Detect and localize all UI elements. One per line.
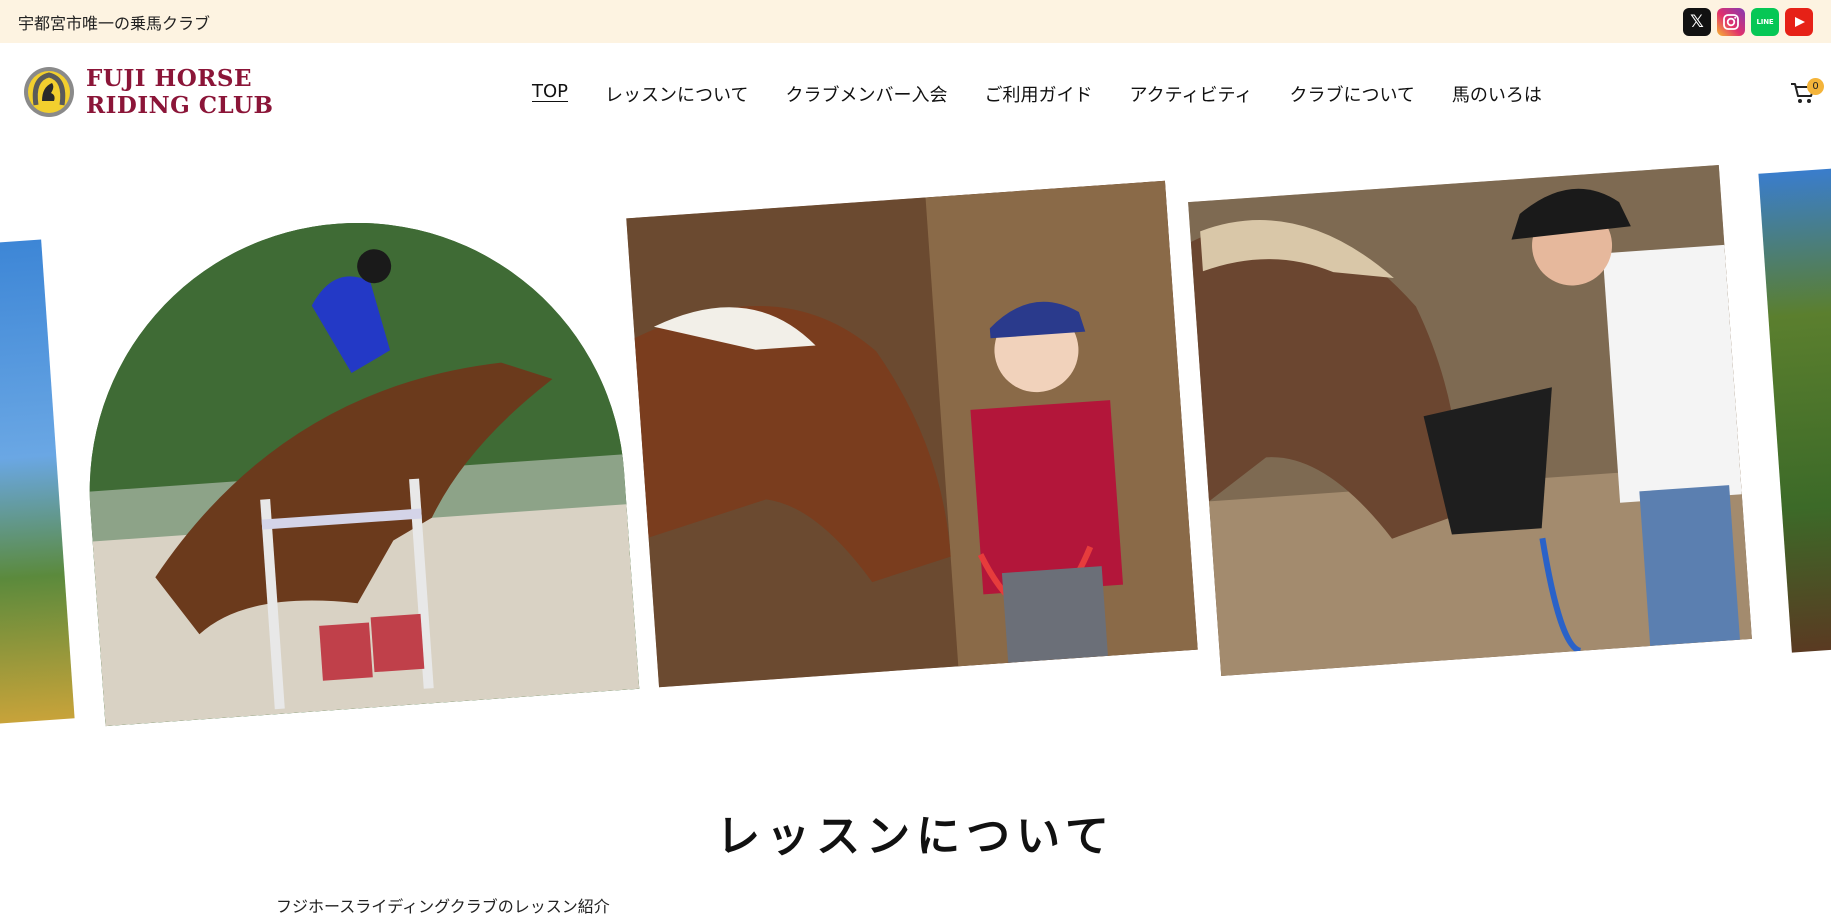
nav-lessons[interactable]: レッスンについて [605,81,748,107]
nav-membership[interactable]: クラブメンバー入会 [786,81,948,107]
section-subtitle: フジホースライディングクラブのレッスン紹介 [276,897,610,916]
main-nav: TOP レッスンについて クラブメンバー入会 ご利用ガイド アクティビティ クラ… [532,81,1579,107]
instagram-icon[interactable] [1717,7,1745,36]
nav-top[interactable]: TOP [532,81,568,107]
cart-count-badge: 0 [1807,78,1824,95]
logo-line2: RIDING CLUB [86,92,274,119]
announcement-bar: 宇都宮市唯一の乗馬クラブ 𝕏 LINE [0,0,1831,43]
nav-horse-basics[interactable]: 馬のいろは [1452,81,1542,107]
x-icon[interactable]: 𝕏 [1683,7,1711,36]
gallery-photo-feeding-horse [1188,165,1752,676]
nav-guide[interactable]: ご利用ガイド [985,81,1093,107]
site-header: FUJI HORSE RIDING CLUB TOP レッスンについて クラブメ… [0,43,1831,143]
youtube-icon[interactable] [1785,7,1813,36]
tagline: 宇都宮市唯一の乗馬クラブ [18,13,211,33]
nav-activities[interactable]: アクティビティ [1130,81,1253,107]
social-links: 𝕏 LINE [1683,7,1813,36]
gallery-photo-partial-right [1758,165,1831,653]
section-title: レッスンについて [716,811,1115,862]
gallery-photo-landscape [0,239,75,727]
line-icon[interactable]: LINE [1751,7,1779,36]
logo-line1: FUJI HORSE [86,65,253,92]
gallery-photo-show-jumping [71,204,640,727]
gallery-photo-rider-with-horse [626,180,1198,688]
photo-gallery [0,143,1831,743]
horseshoe-emblem-icon [24,67,74,117]
site-logo[interactable]: FUJI HORSE RIDING CLUB [22,65,273,119]
nav-about-club[interactable]: クラブについて [1289,81,1414,107]
